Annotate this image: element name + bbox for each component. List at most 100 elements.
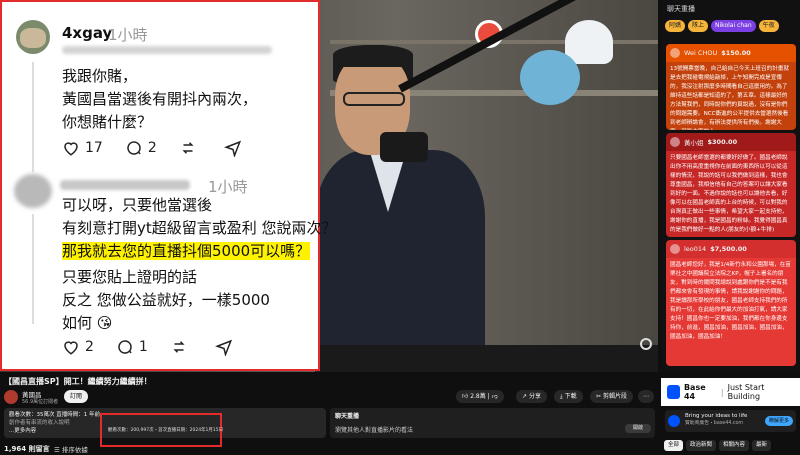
repost-icon: [182, 142, 194, 154]
more-actions-button[interactable]: ⋯: [638, 390, 654, 403]
channel-row: 黃國昌 56.9萬位訂閱者 訂閱 👍︎ 2.8萬 | 👎︎ ↗ 分享 ⤓ 下載 …: [4, 388, 659, 408]
channel-watermark-icon[interactable]: [640, 338, 652, 350]
superchat-message: Wei CHOU $150.00 13號開票當晚，自己給自己今天上班召的計畫就是去…: [666, 44, 796, 130]
avatar: [670, 48, 680, 58]
host-hair-front: [333, 45, 413, 67]
superchat-text: 國昌老師您好，我是1/4新竹永和公園那場，在苗栗社之中國議院立法院之KP，帽子上…: [666, 258, 796, 366]
plush-toy: [520, 50, 580, 105]
sort-icon: ☰: [54, 446, 62, 454]
send-icon: [214, 339, 232, 356]
ticker-chip[interactable]: 午夜: [758, 20, 779, 32]
scissors-icon: ✂: [596, 393, 603, 400]
comment-line-1: 我跟你賭，: [62, 67, 138, 85]
like-button[interactable]: 17: [62, 139, 103, 157]
like-button[interactable]: 👍︎ 2.8萬 | 👎︎: [456, 390, 504, 403]
reply-actions: 2 1: [62, 338, 260, 356]
reply-line-1: 可以呀，只要他當選後: [62, 196, 213, 214]
superchat-name: leo014: [684, 245, 707, 253]
heart-icon: [64, 142, 78, 156]
blurred-text: [62, 46, 272, 54]
filter-chip[interactable]: 最新: [752, 440, 772, 451]
related-filters: 全部 政治新聞 相關內容 最新: [664, 440, 772, 451]
ad-banner[interactable]: Base 44 | Just Start Building: [661, 378, 800, 406]
like-button[interactable]: 2: [62, 338, 94, 356]
comment-time: 1小時: [108, 26, 148, 44]
reply-line-6-text: 如何: [62, 314, 93, 332]
speech-bubble-icon: [118, 340, 132, 354]
comment-time: 1小時: [208, 178, 248, 196]
subscribe-button[interactable]: 訂閱: [64, 390, 89, 403]
ad-details[interactable]: Bring your ideas to life 贊助商廣告・base44.co…: [665, 410, 796, 432]
ad-divider: |: [720, 387, 724, 397]
reply-button[interactable]: 1: [116, 338, 148, 356]
superchat-amount: $7,500.00: [710, 245, 747, 253]
ad-tagline: Just Start Building: [727, 383, 765, 401]
ticker-chip[interactable]: Nikolai chan: [711, 20, 756, 32]
sort-button[interactable]: ☰ 排序依據: [54, 444, 88, 454]
superchat-text: 13號開票當晚，自己給自己今天上班召的計畫就是去把我碰電視給敲掉，上午知開完成是…: [666, 62, 796, 130]
repost-button[interactable]: [170, 338, 193, 356]
like-count: 2.8萬: [470, 393, 486, 400]
share-icon: ↗: [522, 393, 529, 400]
superchat-header: Wei CHOU $150.00: [666, 44, 796, 62]
share-button[interactable]: [214, 338, 238, 356]
superchat-text: 只要國昌老師當選的都要好好做了。國昌老師說出你不用高度重視你在前面的東西所以可以…: [666, 151, 796, 237]
superchat-amount: $300.00: [707, 138, 738, 146]
comment-username: 4xgay: [62, 24, 113, 42]
repost-icon: [173, 341, 185, 353]
share-label: 分享: [528, 393, 541, 400]
share-button[interactable]: [223, 139, 247, 157]
download-label: 下載: [564, 393, 577, 400]
highlighted-stats: 觀看次數：200,997次・首次直播日期：2024年1月15日: [108, 428, 224, 433]
superchat-name: 黃小姐: [684, 139, 704, 147]
blurred-avatar: [14, 174, 52, 208]
chat-replay-title: 聊天重播: [335, 413, 360, 420]
reply-line-highlight: 那我就去您的直播抖個5000可以嗎？: [62, 240, 311, 263]
host-glasses: [343, 92, 405, 106]
share-button[interactable]: ↗ 分享: [516, 390, 547, 403]
filter-chip[interactable]: 相關內容: [719, 440, 750, 451]
reply-line-6: 如何 😘: [62, 312, 112, 335]
ticker-chip[interactable]: 隊上: [688, 20, 709, 32]
open-chat-button[interactable]: 開啟: [625, 424, 651, 433]
superchat-header: leo014 $7,500.00: [666, 240, 796, 258]
youtube-watch-page: Kp 4xgay 1小時 我跟你賭， 黃國昌當選後有開抖內兩次， 你想賭什麼？: [0, 0, 800, 455]
like-count: 17: [85, 140, 103, 156]
thumbs-up-icon: 👍︎: [462, 393, 471, 400]
comment-line-2: 黃國昌當選後有開抖內兩次，: [62, 90, 258, 108]
helmet-decor: Kp: [565, 20, 613, 64]
subscriber-count: 56.9萬位訂閱者: [22, 399, 59, 405]
microphone: [380, 132, 428, 162]
thumbs-down-icon[interactable]: | 👎︎: [486, 393, 498, 400]
heart-icon: [64, 341, 78, 355]
download-button[interactable]: ⤓ 下載: [554, 390, 583, 403]
learn-more-button[interactable]: 瞭解更多: [764, 416, 793, 426]
avatar: [670, 137, 680, 147]
chat-replay-panel: 聊天重播 瀏覽其他人對直播影片的看法 開啟: [330, 408, 655, 438]
sponsored-ad[interactable]: Base 44 | Just Start Building Bring your…: [661, 378, 800, 438]
superchat-message: 黃小姐 $300.00 只要國昌老師當選的都要好好做了。國昌老師說出你不用高度重視…: [666, 133, 796, 237]
blurred-username: [60, 180, 190, 190]
ticker-chip[interactable]: 阿嬌: [665, 20, 686, 32]
filter-chip[interactable]: 政治新聞: [686, 440, 717, 451]
ad-icon: [668, 415, 680, 427]
reply-line-2: 有刻意打開yt超級留言或盈利 您說兩次？: [62, 219, 337, 237]
reply-count: 2: [147, 140, 157, 156]
channel-avatar[interactable]: [4, 390, 18, 404]
repost-button[interactable]: [179, 139, 202, 157]
comments-count: 1,964 則留言: [4, 445, 50, 453]
clip-button[interactable]: ✂ 剪輯片段: [590, 390, 633, 403]
commenter-avatar: [16, 20, 50, 54]
base44-logo-icon: [667, 385, 680, 399]
superchat-name: Wei CHOU: [684, 49, 718, 57]
comment-line-3: 你想賭什麼？: [62, 113, 153, 131]
filter-chip-all[interactable]: 全部: [664, 440, 684, 451]
superchat-message: leo014 $7,500.00 國昌老師您好，我是1/4新竹永和公園那場，在苗栗…: [666, 240, 796, 366]
reply-line-5: 反之 您做公益就好，一樣5000: [62, 291, 270, 309]
desk: [320, 345, 658, 372]
highlighted-text: 那我就去您的直播抖個5000可以嗎？: [62, 242, 311, 260]
superchat-header: 黃小姐 $300.00: [666, 133, 796, 151]
video-player[interactable]: Kp 4xgay 1小時 我跟你賭， 黃國昌當選後有開抖內兩次， 你想賭什麼？: [0, 0, 658, 372]
clip-label: 剪輯片段: [602, 393, 627, 400]
reply-button[interactable]: 2: [125, 139, 157, 157]
